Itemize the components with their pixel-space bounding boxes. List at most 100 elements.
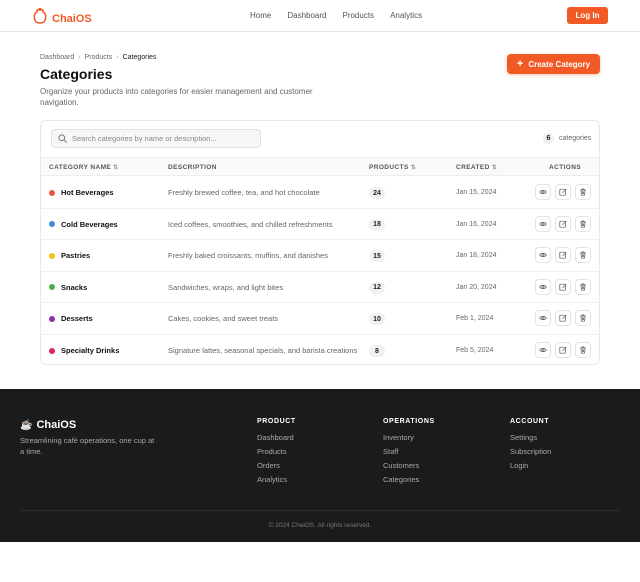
footer-link-customers[interactable]: Customers	[383, 461, 435, 475]
brand-logo[interactable]: ChaiOS	[33, 7, 92, 29]
plus-icon: +	[516, 58, 524, 70]
category-name-cell: Hot Beverages	[49, 188, 114, 197]
delete-button[interactable]	[575, 278, 591, 295]
nav-link-dashboard[interactable]: Dashboard	[287, 11, 326, 20]
category-description: Signature lattes, seasonal specials, and…	[168, 346, 358, 355]
edit-button[interactable]	[555, 309, 571, 327]
sort-icon: ⇅	[491, 165, 498, 171]
search-input[interactable]	[72, 134, 252, 143]
footer-link-orders[interactable]: Orders	[257, 461, 296, 475]
table-row[interactable]: Specialty Drinks Signature lattes, season…	[41, 335, 599, 364]
view-button[interactable]	[535, 278, 551, 295]
breadcrumb-separator: ›	[78, 54, 81, 61]
edit-button[interactable]	[555, 184, 571, 200]
footer-column-title: PRODUCT	[257, 418, 296, 425]
breadcrumb-current: Categories	[122, 54, 157, 61]
nav-link-analytics[interactable]: Analytics	[390, 11, 422, 20]
breadcrumb-products[interactable]: Products	[85, 54, 113, 61]
footer-link-analytics[interactable]: Analytics	[257, 475, 296, 489]
edit-button[interactable]	[555, 215, 571, 232]
created-date: Jan 15, 2024	[456, 189, 497, 196]
eye-icon	[539, 183, 547, 201]
login-button[interactable]: Log In	[567, 7, 608, 24]
view-button[interactable]	[535, 310, 551, 327]
count-badge: 6	[543, 133, 554, 144]
row-actions	[535, 278, 595, 295]
footer-divider	[20, 510, 620, 511]
footer-link-login[interactable]: Login	[510, 461, 551, 475]
categories-card: 6 categories CATEGORY NAME⇅ DESCRIPTION …	[40, 120, 600, 365]
breadcrumb-dashboard[interactable]: Dashboard	[40, 54, 74, 61]
table-row[interactable]: Pastries Freshly baked croissants, muffin…	[41, 240, 599, 272]
category-name: Hot Beverages	[61, 188, 114, 197]
footer-link-staff[interactable]: Staff	[383, 447, 435, 461]
category-color-dot	[49, 315, 55, 322]
footer-column-title: OPERATIONS	[383, 418, 435, 425]
column-header-name[interactable]: CATEGORY NAME ⇅	[49, 164, 119, 171]
footer-copyright: © 2024 ChaiOS. All rights reserved.	[268, 522, 372, 529]
sort-icon: ⇅	[410, 165, 417, 171]
row-actions	[535, 215, 595, 232]
edit-button[interactable]	[555, 342, 571, 358]
footer-link-settings[interactable]: Settings	[510, 433, 551, 447]
category-name: Desserts	[61, 314, 93, 324]
category-color-dot	[49, 189, 55, 196]
trash-icon	[579, 309, 587, 327]
count-label: categories	[559, 135, 592, 142]
products-count-badge: 24	[369, 187, 385, 199]
row-actions	[535, 184, 595, 200]
created-date: Jan 16, 2024	[456, 220, 497, 228]
edit-icon	[559, 341, 567, 359]
trash-icon	[579, 183, 587, 201]
footer-link-inventory[interactable]: Inventory	[383, 433, 435, 447]
view-button[interactable]	[535, 184, 551, 200]
created-date: Feb 1, 2024	[456, 315, 494, 323]
products-count-badge: 18	[369, 218, 385, 231]
delete-button[interactable]	[575, 215, 591, 232]
view-button[interactable]	[535, 342, 551, 358]
nav-link-home[interactable]: Home	[250, 11, 271, 20]
column-header-label: PRODUCTS	[369, 164, 409, 171]
delete-button[interactable]	[575, 184, 591, 200]
column-header-created[interactable]: CREATED ⇅	[456, 164, 497, 171]
category-description: Cakes, cookies, and sweet treats	[168, 314, 279, 324]
column-header-description: DESCRIPTION	[168, 164, 217, 171]
eye-icon	[539, 341, 547, 359]
footer-link-subscription[interactable]: Subscription	[510, 447, 551, 461]
column-header-actions: ACTIONS	[549, 164, 581, 171]
footer-link-products[interactable]: Products	[257, 447, 296, 461]
edit-button[interactable]	[555, 278, 571, 295]
footer-link-dashboard[interactable]: Dashboard	[257, 433, 296, 447]
coffee-cup-icon: ☕	[20, 419, 33, 431]
footer-column-product: PRODUCT Dashboard Products Orders Analyt…	[257, 418, 296, 489]
view-button[interactable]	[535, 215, 551, 232]
table-row[interactable]: Hot Beverages Freshly brewed coffee, tea,…	[41, 177, 599, 209]
create-category-button[interactable]: + Create Category	[507, 54, 600, 74]
search-box[interactable]	[51, 129, 261, 148]
edit-button[interactable]	[555, 247, 571, 264]
footer-link-categories[interactable]: Categories	[383, 475, 435, 489]
products-count-badge: 12	[369, 281, 385, 294]
edit-icon	[559, 309, 567, 327]
table-row[interactable]: Cold Beverages Iced coffees, smoothies, a…	[41, 209, 599, 241]
chai-pot-icon	[33, 7, 47, 29]
created-date: Jan 18, 2024	[456, 252, 497, 260]
delete-button[interactable]	[575, 309, 591, 327]
footer-column-account: ACCOUNT Settings Subscription Login	[510, 418, 551, 475]
column-header-label: DESCRIPTION	[168, 164, 217, 171]
footer-brand-name: ChaiOS	[36, 419, 77, 431]
delete-button[interactable]	[575, 247, 591, 264]
nav-link-products[interactable]: Products	[342, 11, 374, 20]
category-color-dot	[49, 252, 55, 259]
table-row[interactable]: Desserts Cakes, cookies, and sweet treats…	[41, 303, 599, 335]
table-row[interactable]: Snacks Sandwiches, wraps, and light bites…	[41, 272, 599, 304]
page-description: Organize your products into categories f…	[40, 87, 313, 107]
view-button[interactable]	[535, 247, 551, 264]
create-category-label: Create Category	[528, 59, 591, 69]
table-header: CATEGORY NAME ⇅ DESCRIPTION PRODUCTS ⇅ CRE…	[41, 157, 599, 176]
category-name: Snacks	[61, 282, 88, 292]
column-header-products[interactable]: PRODUCTS ⇅	[369, 164, 416, 171]
delete-button[interactable]	[575, 342, 591, 358]
category-description: Freshly baked croissants, muffins, and d…	[168, 251, 328, 261]
products-count-badge: 15	[369, 250, 385, 263]
